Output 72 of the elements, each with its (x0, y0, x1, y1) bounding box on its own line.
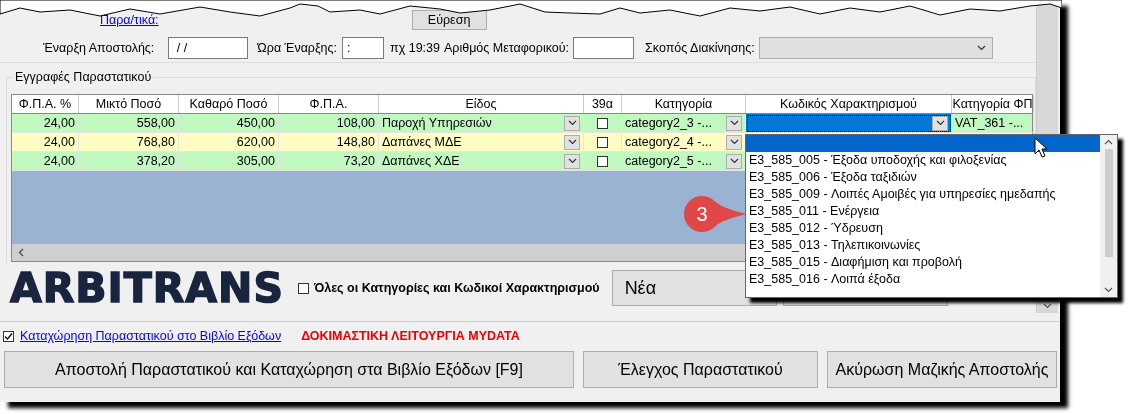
checkbox-label: Όλες οι Κατηγορίες και Κωδικοί Χαρακτηρισμού (313, 281, 600, 295)
find-button[interactable]: Εύρεση (411, 10, 487, 30)
brand-logo: ARBITRANS (10, 264, 284, 312)
field-label: Σκοπός Διακίνησης: (645, 41, 755, 55)
scroll-left-icon[interactable] (18, 248, 24, 257)
dropdown-button[interactable] (564, 115, 580, 131)
dropdown-button[interactable] (726, 115, 742, 131)
checkbox[interactable] (597, 136, 608, 148)
chevron-down-icon[interactable] (567, 158, 577, 164)
dropdown-button[interactable] (564, 134, 580, 150)
chevron-down-icon[interactable] (729, 120, 739, 126)
dropdown-option[interactable]: E3_585_006 - Έξοδα ταξιδιών (746, 169, 1100, 186)
column-header[interactable]: 39α (584, 95, 622, 113)
dropdown-option[interactable]: E3_585_011 - Ενέργεια (746, 203, 1100, 220)
table-cell: Δαπάνες ΧΔΕ (382, 154, 460, 168)
table-cell: VAT_361 -... (955, 116, 1024, 130)
scroll-up-icon[interactable] (1104, 139, 1113, 145)
chevron-down-icon[interactable] (567, 139, 577, 145)
table-cell: category2_5 -... (625, 154, 712, 168)
dropdown-button[interactable] (564, 153, 580, 169)
hint-text: πχ 19:39 (390, 41, 440, 55)
column-header[interactable]: Καθαρό Ποσό (179, 95, 279, 113)
test-mode-label: ΔΟΚΙΜΑΣΤΙΚΗ ΛΕΙΤΟΥΡΓΙΑ MYDATA (301, 329, 520, 343)
column-header[interactable]: Φ.Π.Α. % (12, 95, 79, 113)
action-button[interactable]: Έλεγχος Παραστατικού (583, 351, 818, 388)
callout-pointer (714, 201, 746, 227)
checkbox[interactable] (3, 330, 14, 342)
table-cell: 378,20 (79, 152, 179, 171)
table-cell: Δαπάνες ΜΔΕ (382, 135, 462, 149)
scroll-down-icon[interactable] (1043, 303, 1052, 309)
field-label: Ώρα Έναρξης: (257, 41, 337, 55)
scroll-down-icon[interactable] (1104, 287, 1113, 293)
checkbox[interactable] (597, 117, 608, 129)
dropdown-option[interactable]: E3_585_009 - Λοιπές Αμοιβές για υπηρεσίες ημεδαπής (746, 186, 1100, 203)
chevron-down-icon[interactable] (729, 139, 739, 145)
vehicle-number-field[interactable] (573, 37, 635, 59)
column-header[interactable]: Μικτό Ποσό (79, 95, 179, 113)
column-header[interactable]: Είδος (379, 95, 584, 113)
dropdown-option[interactable]: E3_585_013 - Τηλεπικοινωνίες (746, 237, 1100, 254)
action-button[interactable]: Ακύρωση Μαζικής Αποστολής (827, 351, 1057, 388)
table-cell: Παροχή Υπηρεσιών (382, 116, 492, 130)
related-documents-link[interactable]: Παρα/τικά: (100, 13, 159, 27)
column-header[interactable]: Φ.Π.Α. (279, 95, 379, 113)
column-header[interactable]: Κωδικός Χαρακτηρισμού (746, 95, 952, 113)
group-title: Εγγραφές Παραστατικού (13, 70, 154, 84)
chevron-down-icon[interactable] (729, 158, 739, 164)
dropdown-option[interactable]: E3_585_015 - Διαφήμιση και προβολή (746, 254, 1100, 271)
chevron-down-icon[interactable] (567, 120, 577, 126)
table-row[interactable]: 24,00 558,00 450,00 108,00 Παροχή Υπηρεσιών category2_3 -... VAT_361 -... (12, 114, 1032, 133)
table-cell: category2_3 -... (625, 116, 712, 130)
start-date-field[interactable]: / / (168, 37, 249, 59)
scrollbar[interactable] (1100, 135, 1117, 297)
code-cell[interactable] (746, 114, 952, 133)
field-label: Αριθμός Μεταφορικού: (443, 41, 570, 55)
chevron-down-icon[interactable] (935, 120, 945, 126)
mouse-pointer-icon (1034, 137, 1048, 158)
dropdown-button[interactable] (726, 134, 742, 150)
table-cell: 24,00 (12, 152, 79, 171)
checkbox[interactable] (297, 282, 309, 294)
action-button[interactable]: Αποστολή Παραστατικού και Καταχώρηση στα Βιβλίο Εξόδων [F9] (4, 351, 574, 388)
table-cell: 73,20 (279, 152, 379, 171)
dropdown-button[interactable] (932, 115, 948, 131)
start-time-field[interactable]: : (342, 37, 384, 59)
column-header[interactable]: Κατηγορία ΦΠ (952, 95, 1034, 113)
table-cell: category2_4 -... (625, 135, 712, 149)
dropdown-button[interactable] (726, 153, 742, 169)
dropdown-option[interactable]: E3_585_012 - Ύδρευση (746, 220, 1100, 237)
field-label: Έναρξη Αποστολής: (43, 41, 155, 55)
table-cell: 305,00 (179, 152, 279, 171)
column-header[interactable]: Κατηγορία (622, 95, 746, 113)
checkbox[interactable] (597, 155, 608, 167)
register-expenses-link[interactable]: Καταχώρηση Παραστατικού στο Βιβλίο Εξόδων (20, 329, 282, 343)
